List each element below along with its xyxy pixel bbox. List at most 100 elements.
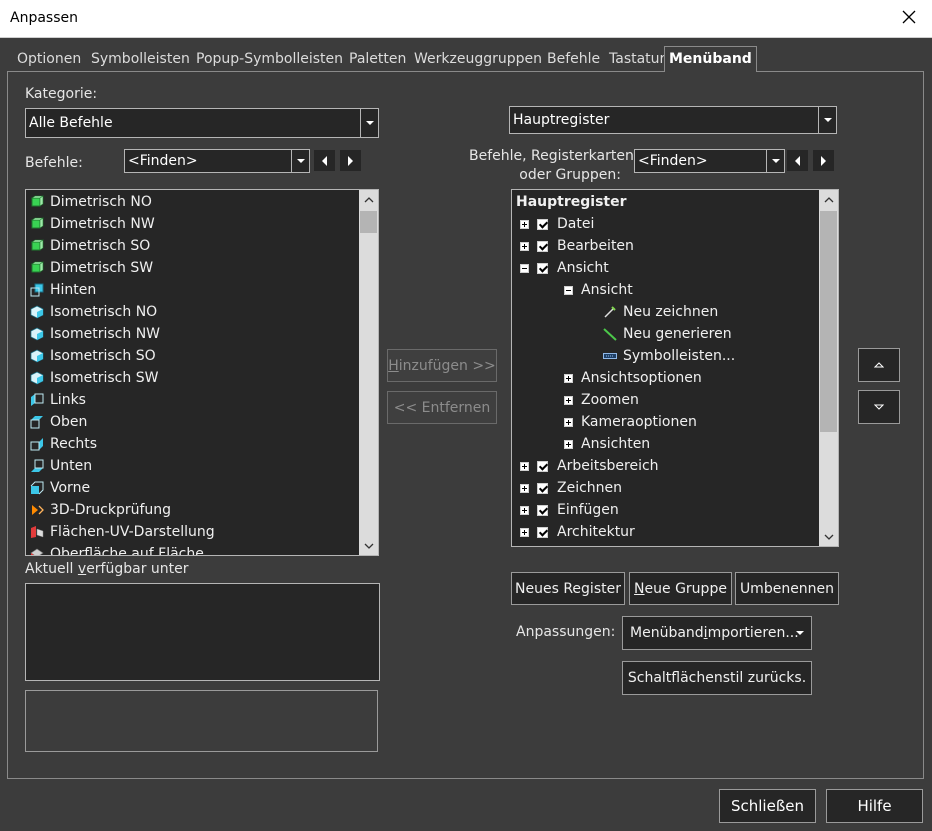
find-next-button[interactable] <box>339 149 362 172</box>
tab-symbolleisten[interactable]: Symbolleisten <box>91 51 190 71</box>
list-item[interactable]: Isometrisch SO <box>30 345 156 367</box>
commands-find-input[interactable]: <Finden> <box>124 149 292 173</box>
commands-list-scrollbar[interactable] <box>359 190 378 555</box>
commands-list[interactable]: Dimetrisch NO Dimetrisch NW Dimetrisch SO D… <box>25 189 379 556</box>
tree-item[interactable]: Ansicht <box>520 257 609 279</box>
list-item-label: Rechts <box>50 436 98 452</box>
collapse-icon[interactable] <box>520 263 529 273</box>
list-item[interactable]: Oben <box>30 411 87 433</box>
move-up-button[interactable] <box>858 348 900 382</box>
tree-item[interactable]: Datei <box>520 213 594 235</box>
expand-icon[interactable] <box>564 417 573 427</box>
tab-tastatur[interactable]: Tastatur <box>609 51 665 71</box>
tree-find-previous-button[interactable] <box>786 149 809 172</box>
expand-icon[interactable] <box>520 461 529 471</box>
scroll-down-button[interactable] <box>359 536 378 555</box>
print3d-icon <box>30 503 44 517</box>
tree-item[interactable]: Zoomen <box>564 389 639 411</box>
tree-item[interactable]: Ansicht <box>564 279 633 301</box>
rename-button[interactable]: Umbenennen <box>735 572 839 605</box>
close-window-button[interactable] <box>890 2 928 36</box>
tree-item[interactable]: Hauptregister <box>516 191 627 213</box>
ribbon-tree-scrollbar[interactable] <box>819 190 838 546</box>
tree-item[interactable]: Zeichnen <box>520 477 622 499</box>
tree-item[interactable]: Symbolleisten... <box>603 345 735 367</box>
list-item[interactable]: Vorne <box>30 477 90 499</box>
list-item[interactable]: Isometrisch NW <box>30 323 160 345</box>
list-item[interactable]: Isometrisch NO <box>30 301 157 323</box>
list-item-label: Oberfläche auf Fläche <box>50 546 204 556</box>
list-item[interactable]: Dimetrisch SW <box>30 257 153 279</box>
available-under-list[interactable] <box>25 583 380 681</box>
tab-befehle[interactable]: Befehle <box>547 51 600 71</box>
expand-icon[interactable] <box>520 527 529 537</box>
tree-item-checkbox[interactable] <box>537 240 548 252</box>
tree-item[interactable]: Neu generieren <box>603 323 732 345</box>
tree-find-next-button[interactable] <box>812 149 835 172</box>
scroll-up-button[interactable] <box>359 190 378 209</box>
list-item[interactable]: Hinten <box>30 279 96 301</box>
tab-popup-symbolleisten[interactable]: Popup-Symbolleisten <box>196 51 343 71</box>
tab-selector-arrow[interactable] <box>818 106 837 134</box>
tree-item[interactable]: Bearbeiten <box>520 235 634 257</box>
commands-find-arrow[interactable] <box>291 149 310 173</box>
list-item[interactable]: Rechts <box>30 433 97 455</box>
tree-item[interactable]: Ansichtsoptionen <box>564 367 702 389</box>
tree-item[interactable]: Architektur <box>520 521 635 543</box>
tab-menueband[interactable]: Menüband <box>664 46 757 72</box>
tree-item-checkbox[interactable] <box>537 526 548 538</box>
ribbon-tree[interactable]: Hauptregister Datei Bearbeiten Ansicht Ansic… <box>511 189 839 547</box>
category-dropdown[interactable]: Alle Befehle <box>25 108 361 138</box>
tab-optionen[interactable]: Optionen <box>17 51 81 71</box>
list-item[interactable]: Dimetrisch SO <box>30 235 150 257</box>
tree-item-checkbox[interactable] <box>537 262 548 274</box>
expand-icon[interactable] <box>564 395 573 405</box>
close-button[interactable]: Schließen <box>719 789 816 823</box>
new-tab-button[interactable]: Neues Register <box>511 572 625 605</box>
tree-find-arrow[interactable] <box>766 149 785 173</box>
collapse-icon[interactable] <box>564 285 573 295</box>
expand-icon[interactable] <box>564 373 573 383</box>
tree-item-checkbox[interactable] <box>537 218 548 230</box>
tab-paletten[interactable]: Paletten <box>349 51 406 71</box>
import-ribbon-button[interactable]: Menüband i mportieren... <box>622 616 812 650</box>
scroll-thumb[interactable] <box>360 211 377 233</box>
list-item[interactable]: Isometrisch SW <box>30 367 158 389</box>
remove-button[interactable]: << Entfernen <box>387 391 497 424</box>
expand-icon[interactable] <box>520 483 529 493</box>
tab-selector-dropdown[interactable]: Hauptregister <box>509 106 819 134</box>
new-group-button[interactable]: Neue Gruppe <box>629 572 732 605</box>
reset-button-style-button[interactable]: Schaltflächenstil zurücks. <box>622 661 812 695</box>
list-item[interactable]: Oberfläche auf Fläche <box>30 543 204 556</box>
tree-item[interactable]: Neu zeichnen <box>603 301 718 323</box>
expand-icon[interactable] <box>520 505 529 515</box>
help-button[interactable]: Hilfe <box>826 789 923 823</box>
category-dropdown-arrow[interactable] <box>360 108 379 138</box>
list-item[interactable]: 3D-Druckprüfung <box>30 499 171 521</box>
tree-item[interactable]: Ansichten <box>564 433 650 455</box>
surface-icon <box>30 547 44 555</box>
move-down-button[interactable] <box>858 390 900 424</box>
list-item[interactable]: Flächen-UV-Darstellung <box>30 521 215 543</box>
tree-item[interactable]: Arbeitsbereich <box>520 455 659 477</box>
list-item[interactable]: Dimetrisch NW <box>30 213 155 235</box>
tree-item-label: Ansicht <box>581 282 633 298</box>
tree-item[interactable]: Einfügen <box>520 499 619 521</box>
tree-item-checkbox[interactable] <box>537 504 548 516</box>
tree-item-checkbox[interactable] <box>537 460 548 472</box>
tree-item[interactable]: Kameraoptionen <box>564 411 697 433</box>
list-item[interactable]: Dimetrisch NO <box>30 191 152 213</box>
expand-icon[interactable] <box>520 219 529 229</box>
scroll-down-button[interactable] <box>819 527 838 546</box>
expand-icon[interactable] <box>520 241 529 251</box>
tree-item-checkbox[interactable] <box>537 482 548 494</box>
find-previous-button[interactable] <box>313 149 336 172</box>
scroll-thumb[interactable] <box>820 211 837 432</box>
list-item[interactable]: Links <box>30 389 86 411</box>
add-button[interactable]: Hinzufügen >> <box>387 349 497 382</box>
list-item[interactable]: Unten <box>30 455 92 477</box>
expand-icon[interactable] <box>564 439 573 449</box>
tree-find-input[interactable]: <Finden> <box>634 149 767 173</box>
scroll-up-button[interactable] <box>819 190 838 209</box>
tab-werkzeuggruppen[interactable]: Werkzeuggruppen <box>414 51 542 71</box>
